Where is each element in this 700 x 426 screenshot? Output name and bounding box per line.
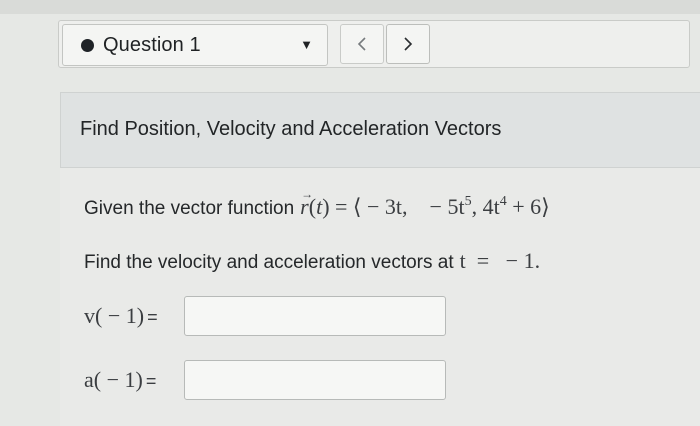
component-2-exp: 5 (464, 194, 472, 209)
find-statement: Find the velocity and acceleration vecto… (84, 248, 540, 274)
velocity-label: v( − 1) (84, 303, 145, 328)
given-statement: Given the vector function r → (t) = ⟨ − 3t… (84, 187, 550, 220)
chevron-left-icon (357, 37, 366, 51)
chevron-right-icon (404, 37, 413, 51)
given-prefix: Given the vector function (84, 198, 295, 219)
question-label: Question 1 (103, 33, 201, 56)
status-dot-icon (81, 38, 94, 52)
problem-heading: Find Position, Velocity and Acceleration… (80, 118, 502, 140)
vector-function: r → (t) = ⟨ − 3t, − 5t5, 4t4 + 6⟩ (300, 187, 550, 219)
component-3-coef: 4t (482, 194, 500, 219)
caret-down-icon: ▼ (300, 37, 313, 52)
find-prefix: Find the velocity and acceleration vecto… (84, 252, 454, 273)
velocity-answer-row: v( − 1) = (84, 296, 446, 336)
component-3-exp: 4 (499, 194, 507, 209)
acceleration-label: a( − 1) (84, 367, 143, 392)
top-strip (0, 0, 700, 14)
vector-r-symbol: r → (300, 187, 314, 219)
component-3-tail: + 6 (512, 194, 542, 219)
component-2-coef: − 5t (429, 194, 465, 219)
acceleration-answer-row: a( − 1) = (84, 360, 446, 400)
component-1: − 3t, (367, 194, 408, 219)
find-condition: t = − 1. (459, 248, 541, 273)
next-question-button[interactable] (386, 24, 430, 64)
velocity-input[interactable] (184, 296, 446, 336)
acceleration-equals: = (145, 371, 157, 391)
question-select[interactable]: Question 1 ▼ (62, 24, 328, 66)
acceleration-input[interactable] (184, 360, 446, 400)
previous-question-button[interactable] (340, 24, 384, 64)
velocity-equals: = (147, 307, 158, 327)
